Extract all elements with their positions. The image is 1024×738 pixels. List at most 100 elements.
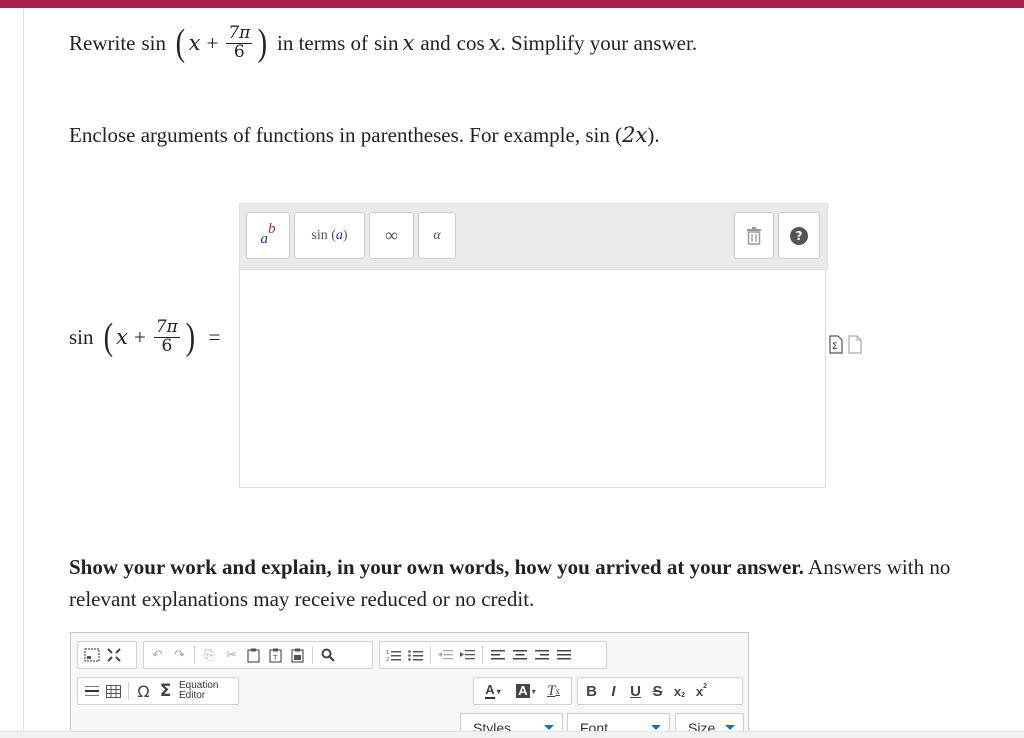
lhs-left-paren: ( [103,316,113,358]
sin-function-button[interactable]: sin (a) [294,212,365,259]
answer-input[interactable] [239,269,826,488]
cut-icon[interactable]: ✂ [222,645,241,665]
bullet-list-icon[interactable] [406,645,425,665]
fraction: 7π 6 [226,22,253,62]
remove-format-label: T [547,682,556,699]
font-color-button[interactable]: A ▾ [478,681,508,701]
lhs-right-paren: ) [185,316,195,358]
help-icon: ? [790,226,808,245]
hint-example-func: sin [585,123,610,147]
greek-letters-button[interactable]: α [418,212,456,259]
align-left-icon[interactable] [488,645,507,665]
sin-func-label: sin [311,227,328,243]
numbered-list-icon[interactable]: 12 [384,645,403,665]
maximize-icon[interactable] [104,645,123,665]
cos-word: cos [456,30,485,55]
infinity-icon: ∞ [385,225,398,245]
alpha-icon: α [433,227,441,243]
right-paren: ) [257,22,268,64]
lhs-plus: + [134,324,146,349]
remove-format-icon[interactable]: Tx [544,681,563,701]
lhs-var-x: x [116,325,129,349]
plus-sign: + [206,30,219,55]
fraction-denominator: 6 [233,41,245,62]
rte-group-insert: Ω Σ Equation Editor [77,677,239,705]
equation-editor-button[interactable]: Equation Editor [179,681,218,701]
indent-icon[interactable] [458,645,477,665]
hint-text: Enclose arguments of functions in parent… [69,123,660,147]
svg-text:T: T [272,654,278,662]
left-paren: ( [175,22,186,64]
italic-button[interactable]: I [604,681,623,701]
undo-icon[interactable]: ↶ [148,645,167,665]
rte-group-edit: ↶ ↷ ⎘ ✂ T [143,641,373,669]
var-x-2: x [402,31,415,55]
lhs-fraction-numerator: 7π [153,316,180,338]
trash-icon [747,226,761,245]
horizontal-line-icon[interactable] [82,681,101,701]
justify-icon[interactable] [554,645,573,665]
source-icon[interactable] [82,645,101,665]
sin-func-arg: a [335,227,343,243]
work-instructions-bold: Show your work and explain, in your own … [69,555,804,579]
align-right-icon[interactable] [532,645,551,665]
lhs-sin: sin [69,324,94,349]
rte-group-color: A ▾ A ▾ Tx [473,677,572,705]
equation-document-icon[interactable]: Σ [829,335,843,354]
chevron-down-icon [725,725,735,730]
simplify-text: . Simplify your answer. [500,30,698,55]
outdent-icon[interactable] [436,645,455,665]
copy-icon[interactable]: ⎘ [200,645,219,665]
paste-icon[interactable] [244,645,263,665]
equation-editor-line2: Editor [179,690,206,701]
fraction-numerator: 7π [226,22,253,44]
paste-word-icon[interactable] [288,645,307,665]
align-center-icon[interactable] [510,645,529,665]
svg-text:Σ: Σ [832,342,838,352]
font-color-icon: A [485,682,495,699]
rte-group-paragraph: 12 [379,641,607,669]
lhs-equals: = [208,324,221,349]
lhs-fraction: 7π 6 [153,316,180,356]
sin-word: sin [373,30,399,55]
chevron-down-icon [651,725,661,730]
power-button[interactable]: ab [246,212,290,259]
blank-document-icon[interactable] [848,335,862,354]
bg-color-icon: A [516,683,530,698]
var-x-3: x [488,31,501,55]
work-instructions: Show your work and explain, in your own … [69,551,1019,615]
bold-button[interactable]: B [582,681,601,701]
hint-sentence: Enclose arguments of functions in parent… [69,123,581,147]
sin-func: sin [141,30,166,55]
bg-color-button[interactable]: A ▾ [511,681,541,701]
hint-end: . [654,123,660,147]
and-word: and [420,30,451,55]
table-icon[interactable] [104,681,123,701]
bottom-divider [0,731,1024,738]
infinity-button[interactable]: ∞ [369,212,414,259]
power-base: a [260,231,269,247]
hint-example-arg: 2x [622,123,648,147]
strikethrough-button[interactable]: S [648,681,667,701]
underline-button[interactable]: U [626,681,645,701]
rewrite-word: Rewrite [69,30,136,55]
svg-text:1: 1 [386,650,389,656]
chevron-down-icon [544,725,554,730]
special-char-icon[interactable]: Ω [134,681,153,701]
rte-group-format: B I U S x2 x2 [577,677,743,705]
left-divider [23,8,24,738]
paste-text-icon[interactable]: T [266,645,285,665]
power-exp: b [268,221,276,237]
redo-icon[interactable]: ↷ [170,645,189,665]
find-icon[interactable] [318,645,337,665]
question-prompt: Rewrite sin ( x + 7π 6 ) in terms of sin… [69,24,697,62]
superscript-button[interactable]: x2 [692,681,711,701]
lhs-fraction-denominator: 6 [161,335,173,356]
svg-text:2: 2 [386,657,389,662]
in-terms-text: in terms of [277,30,368,55]
help-button[interactable]: ? [778,212,820,259]
sigma-icon[interactable]: Σ [156,681,175,701]
subscript-button[interactable]: x2 [670,681,689,701]
clear-button[interactable] [734,212,774,259]
answer-lhs: sin ( x + 7π 6 ) = [69,318,220,356]
